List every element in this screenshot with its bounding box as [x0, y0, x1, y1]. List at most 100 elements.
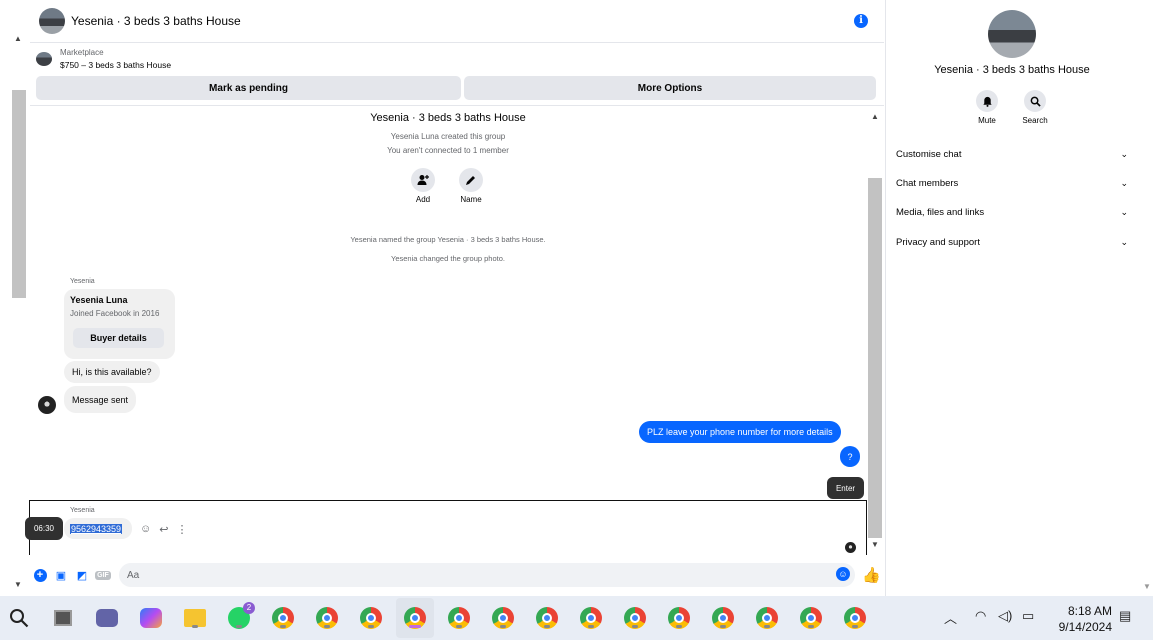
scroll-up-arrow-icon[interactable]: ▲	[14, 34, 22, 43]
sticker-icon[interactable]: ◩	[75, 568, 89, 582]
phone-message-bubble[interactable]: 9562943359	[64, 518, 132, 539]
search-button[interactable]: Search	[1010, 90, 1060, 125]
running-indicator	[720, 625, 726, 628]
message-input[interactable]	[119, 563, 855, 587]
buyer-details-button[interactable]: Buyer details	[73, 328, 164, 348]
battery-icon[interactable]: ▭	[1022, 608, 1034, 624]
chrome-profile-icon[interactable]	[799, 606, 823, 630]
composer: + ▣ ◩ GIF ☺ 👍	[30, 560, 884, 590]
photo-icon[interactable]: ▣	[54, 568, 68, 582]
page-scroll-thumb[interactable]	[12, 90, 26, 298]
chrome-profile-icon[interactable]	[491, 606, 515, 630]
chrome-profile-icon[interactable]	[315, 606, 339, 630]
listing-title[interactable]: $750 – 3 beds 3 baths House	[60, 60, 171, 70]
buyer-name[interactable]: Yesenia Luna	[70, 295, 128, 305]
chrome-profile-icon[interactable]	[843, 606, 867, 630]
thumbs-up-icon[interactable]: 👍	[862, 566, 881, 584]
pencil-icon	[466, 176, 475, 185]
gif-button[interactable]: GIF	[95, 568, 111, 582]
scroll-down-arrow-icon[interactable]: ▼	[871, 540, 879, 549]
group-avatar[interactable]	[39, 8, 65, 34]
wifi-icon[interactable]: ◠	[975, 608, 986, 624]
listing-thumbnail[interactable]	[36, 52, 52, 66]
volume-icon[interactable]: ◁)	[998, 608, 1012, 624]
section-label: Customise chat	[896, 149, 962, 160]
more-icon[interactable]: ⋮	[176, 523, 187, 536]
scroll-down-arrow-icon[interactable]: ▼	[14, 580, 22, 589]
privacy-support-section[interactable]: Privacy and support ⌄	[896, 237, 1128, 248]
chrome-profile-icon[interactable]	[447, 606, 471, 630]
group-photo[interactable]	[988, 10, 1036, 58]
panel-scrollbar[interactable]: ▼	[1140, 0, 1153, 596]
add-member-button[interactable]	[411, 168, 435, 192]
thread-scrollbar[interactable]: ▲ ▼	[868, 110, 882, 552]
add-label: Add	[415, 195, 431, 204]
chrome-profile-icon[interactable]	[579, 606, 603, 630]
more-options-button[interactable]: More Options	[464, 76, 876, 100]
page-scrollbar[interactable]: ▲ ▼	[12, 30, 26, 592]
chat-title[interactable]: Yesenia · 3 beds 3 baths House	[71, 14, 241, 28]
chrome-icon[interactable]	[271, 606, 295, 630]
message-bubble[interactable]: Hi, is this available?	[64, 361, 160, 383]
chat-members-section[interactable]: Chat members ⌄	[896, 178, 1128, 189]
more-actions-button[interactable]: +	[33, 568, 47, 582]
search-icon[interactable]	[7, 606, 31, 630]
chrome-profile-icon[interactable]	[755, 606, 779, 630]
media-files-section[interactable]: Media, files and links ⌄	[896, 207, 1128, 218]
mark-as-pending-button[interactable]: Mark as pending	[36, 76, 461, 100]
chat-details-panel: Yesenia · 3 beds 3 baths House Mute Sear…	[885, 0, 1137, 596]
notifications-icon[interactable]: ▤	[1119, 608, 1131, 624]
reply-icon[interactable]: ↩	[159, 523, 168, 536]
chrome-profile-icon[interactable]	[667, 606, 691, 630]
running-indicator	[852, 625, 858, 628]
running-indicator	[764, 625, 770, 628]
buyer-joined: Joined Facebook in 2016	[70, 309, 160, 318]
show-hidden-icons-chevron-icon[interactable]: ︿	[944, 608, 957, 627]
running-indicator	[632, 625, 638, 628]
scroll-up-arrow-icon[interactable]: ▲	[871, 112, 879, 121]
file-explorer-icon[interactable]	[183, 606, 207, 630]
copilot-icon[interactable]	[139, 606, 163, 630]
marketplace-bar: Marketplace $750 – 3 beds 3 baths House …	[30, 44, 884, 106]
chrome-profile-icon[interactable]	[403, 606, 427, 630]
chrome-profile-icon[interactable]	[711, 606, 735, 630]
clock-time: 8:18 AM	[1067, 604, 1112, 618]
task-view-icon[interactable]	[51, 606, 75, 630]
name-group-button[interactable]	[459, 168, 483, 192]
section-label: Chat members	[896, 178, 959, 189]
sender-avatar[interactable]	[38, 396, 56, 414]
outgoing-message[interactable]: ?	[840, 446, 860, 467]
messenger-window: ▲ ▼ Yesenia · 3 beds 3 baths House i Mar…	[0, 0, 1153, 596]
gif-icon: GIF	[95, 570, 111, 580]
teams-icon[interactable]	[95, 606, 119, 630]
running-indicator	[588, 625, 594, 628]
panel-title: Yesenia · 3 beds 3 baths House	[934, 64, 1090, 76]
marketplace-label: Marketplace	[60, 48, 104, 57]
message-actions: ☺ ↩ ⋮	[140, 523, 187, 536]
chevron-down-icon: ⌄	[1120, 237, 1128, 247]
outgoing-message[interactable]: PLZ leave your phone number for more det…	[639, 421, 841, 443]
chrome-profile-icon[interactable]	[359, 606, 383, 630]
scroll-down-arrow-icon[interactable]: ▼	[1143, 582, 1151, 591]
system-clock[interactable]: 8:18 AM 9/14/2024	[1052, 603, 1112, 635]
customise-chat-section[interactable]: Customise chat ⌄	[896, 149, 1128, 160]
running-indicator	[368, 625, 374, 628]
seen-avatar	[845, 542, 856, 553]
thread-scroll-thumb[interactable]	[868, 178, 882, 538]
chrome-profile-icon[interactable]	[623, 606, 647, 630]
emoji-icon[interactable]: ☺	[836, 567, 850, 581]
running-indicator	[456, 625, 462, 628]
search-icon	[1024, 90, 1046, 112]
section-label: Privacy and support	[896, 237, 980, 248]
active-indicator	[409, 625, 421, 628]
message-thread: Yesenia · 3 beds 3 baths House Yesenia L…	[30, 107, 866, 500]
whatsapp-icon[interactable]: 2	[227, 602, 255, 630]
info-icon[interactable]: i	[854, 14, 868, 28]
search-label: Search	[1022, 116, 1048, 125]
selected-phone-number[interactable]: 9562943359	[70, 523, 123, 534]
message-bubble[interactable]: Message sent	[64, 386, 137, 413]
mute-button[interactable]: Mute	[962, 90, 1012, 125]
selected-message-row: Yesenia 9562943359 ☺ ↩ ⋮	[29, 500, 867, 555]
chrome-profile-icon[interactable]	[535, 606, 559, 630]
react-icon[interactable]: ☺	[140, 523, 151, 536]
